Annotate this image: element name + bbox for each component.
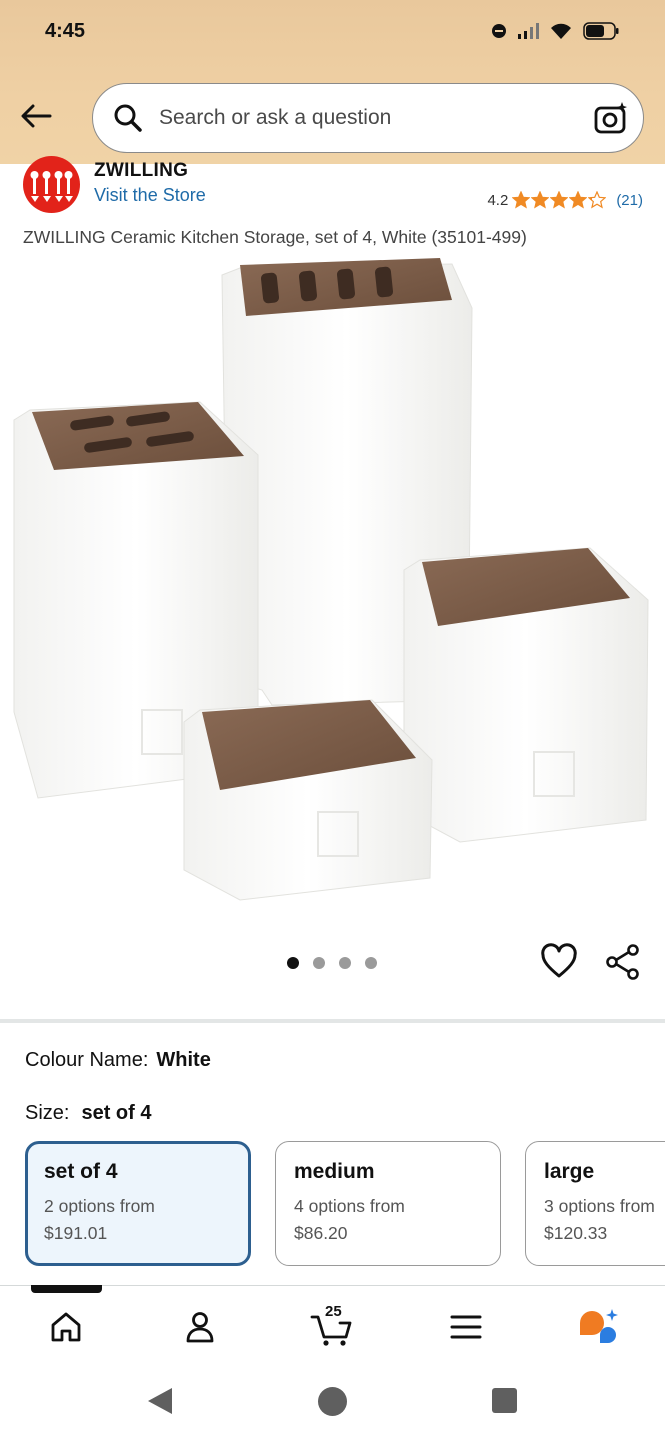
- carousel-dot[interactable]: [339, 957, 351, 969]
- brand-name: ZWILLING: [94, 160, 189, 181]
- wifi-icon: [551, 23, 571, 39]
- nav-home[interactable]: [44, 1305, 88, 1349]
- share-icon: [606, 944, 639, 980]
- nav-menu[interactable]: [444, 1305, 488, 1349]
- product-image[interactable]: [0, 250, 665, 930]
- status-time: 4:45: [45, 20, 86, 42]
- size-option-price: $191.01: [44, 1223, 108, 1243]
- star-rating: [512, 191, 607, 209]
- account-icon: [186, 1312, 214, 1343]
- size-option-name: large: [544, 1160, 595, 1183]
- size-option-set-of-4[interactable]: set of 4 2 options from $191.01: [25, 1141, 251, 1266]
- rating-value: 4.2: [487, 191, 509, 209]
- status-icons: [491, 22, 619, 40]
- star-icon: [588, 191, 607, 209]
- colour-row: Colour Name: White: [25, 1049, 211, 1072]
- signal-icon: [518, 23, 539, 39]
- star-icon: [550, 191, 569, 209]
- back-button[interactable]: [14, 96, 58, 136]
- system-back-icon[interactable]: [146, 1386, 174, 1416]
- app-header: 4:45 Search or ask a question: [0, 0, 665, 164]
- system-nav-bar: [0, 1363, 665, 1440]
- size-option-name: set of 4: [44, 1160, 118, 1183]
- star-icon: [531, 191, 550, 209]
- nav-account[interactable]: [178, 1305, 222, 1349]
- battery-icon: [583, 22, 619, 40]
- dnd-icon: [492, 24, 506, 38]
- size-option-price: $120.33: [544, 1223, 608, 1243]
- rufus-icon: [580, 1309, 618, 1343]
- camera-search-icon[interactable]: [593, 100, 629, 136]
- carousel-dot[interactable]: [313, 957, 325, 969]
- rating-count[interactable]: (21): [616, 192, 643, 209]
- size-label: Size:: [25, 1102, 70, 1124]
- star-icon: [512, 191, 531, 209]
- size-option-count: 2 options from: [44, 1196, 155, 1216]
- active-tab-indicator: [31, 1285, 102, 1293]
- size-option-price: $86.20: [294, 1223, 348, 1243]
- size-option-count: 3 options from: [544, 1196, 655, 1216]
- visit-store-link[interactable]: Visit the Store: [94, 185, 206, 206]
- menu-icon: [450, 1315, 482, 1339]
- wishlist-button[interactable]: [540, 943, 578, 981]
- small-canister: [183, 699, 433, 901]
- product-title: ZWILLING Ceramic Kitchen Storage, set of…: [23, 227, 527, 247]
- heart-icon: [541, 943, 577, 978]
- carousel-dot[interactable]: [365, 957, 377, 969]
- rating-summary[interactable]: 4.2 (21): [487, 191, 643, 209]
- size-options: set of 4 2 options from $191.01 medium 4…: [25, 1141, 665, 1267]
- size-option-name: medium: [294, 1160, 375, 1183]
- nav-rufus[interactable]: [576, 1305, 620, 1349]
- home-icon: [51, 1312, 81, 1342]
- system-recents-icon[interactable]: [492, 1388, 517, 1413]
- search-icon: [113, 102, 145, 134]
- back-arrow-icon: [21, 104, 52, 128]
- star-icon: [569, 191, 588, 209]
- colour-value: White: [156, 1049, 211, 1071]
- cart-count-badge: 25: [325, 1303, 342, 1320]
- system-home-icon[interactable]: [318, 1387, 347, 1416]
- carousel-dot[interactable]: [287, 957, 299, 969]
- search-input[interactable]: Search or ask a question: [92, 83, 644, 153]
- search-placeholder: Search or ask a question: [159, 106, 392, 129]
- section-divider: [0, 1019, 665, 1023]
- right-canister: [403, 547, 649, 843]
- brand-logo[interactable]: [23, 156, 80, 213]
- size-row: Size: set of 4: [25, 1102, 152, 1125]
- carousel-dots[interactable]: [287, 957, 377, 969]
- size-option-medium[interactable]: medium 4 options from $86.20: [275, 1141, 501, 1266]
- size-option-large[interactable]: large 3 options from $120.33: [525, 1141, 665, 1266]
- size-option-count: 4 options from: [294, 1196, 405, 1216]
- size-value: set of 4: [81, 1102, 152, 1124]
- colour-label: Colour Name:: [25, 1049, 149, 1071]
- share-button[interactable]: [604, 943, 642, 981]
